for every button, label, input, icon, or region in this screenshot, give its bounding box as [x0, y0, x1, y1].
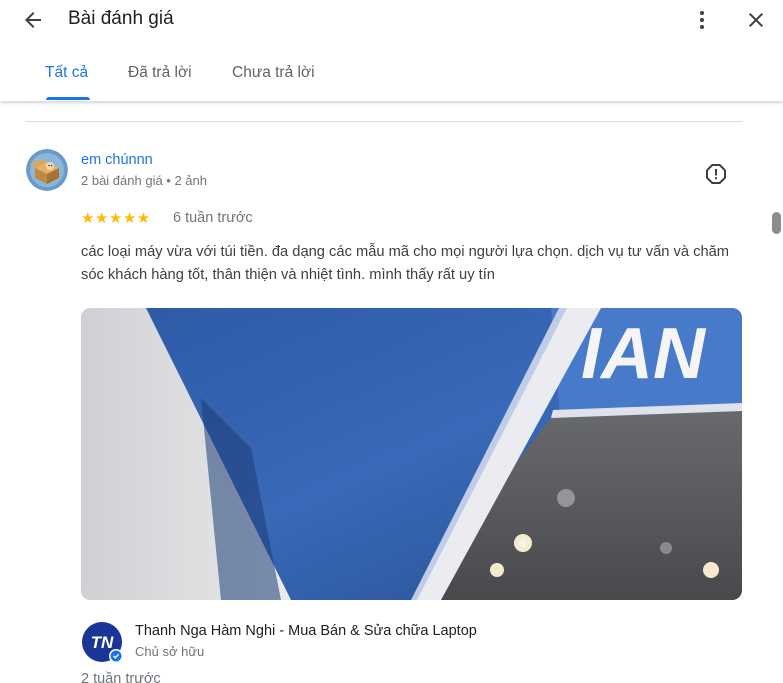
- owner-role: Chủ sở hữu: [135, 644, 205, 659]
- rating-stars: ★★★★★: [81, 210, 151, 227]
- report-icon: [706, 164, 726, 184]
- close-button[interactable]: [740, 4, 772, 36]
- more-options-button[interactable]: [686, 4, 718, 36]
- report-review-button[interactable]: [700, 158, 732, 190]
- tab-replied[interactable]: Đã trả lời: [128, 64, 192, 82]
- owner-name: Thanh Nga Hàm Nghi - Mua Bán & Sửa chữa …: [135, 623, 477, 639]
- header: Bài đánh giá Tất cả Đã trả lời Chưa trả …: [0, 0, 783, 101]
- active-tab-indicator: [46, 97, 90, 100]
- scrollbar-thumb[interactable]: [772, 212, 781, 234]
- arrow-left-icon: [25, 12, 41, 28]
- verified-icon: [110, 650, 122, 662]
- owner-reply-time: 2 tuần trước: [81, 671, 161, 683]
- review-text: các loại máy vừa với túi tiền. đa dạng c…: [81, 244, 730, 283]
- tab-unreplied[interactable]: Chưa trả lời: [232, 64, 315, 82]
- divider: [26, 121, 742, 122]
- review-time: 6 tuần trước: [173, 210, 253, 226]
- page-title: Bài đánh giá: [68, 8, 174, 29]
- back-button[interactable]: [17, 4, 49, 36]
- review-photo[interactable]: IAN: [81, 308, 742, 600]
- tab-bar: Tất cả Đã trả lời Chưa trả lời: [0, 52, 783, 101]
- reviewer-name[interactable]: em chúnnn: [81, 152, 153, 168]
- owner-avatar[interactable]: TN: [81, 621, 123, 663]
- tab-all[interactable]: Tất cả: [45, 64, 88, 82]
- reviewer-meta: 2 bài đánh giá • 2 ảnh: [81, 173, 207, 188]
- owner-logo-text: TN: [91, 633, 114, 652]
- reviews-list[interactable]: em chúnnn 2 bài đánh giá • 2 ảnh ★★★★★ 6…: [0, 101, 783, 683]
- close-icon: [749, 13, 763, 27]
- reviewer-avatar[interactable]: [26, 149, 68, 191]
- more-vert-icon: [700, 11, 704, 29]
